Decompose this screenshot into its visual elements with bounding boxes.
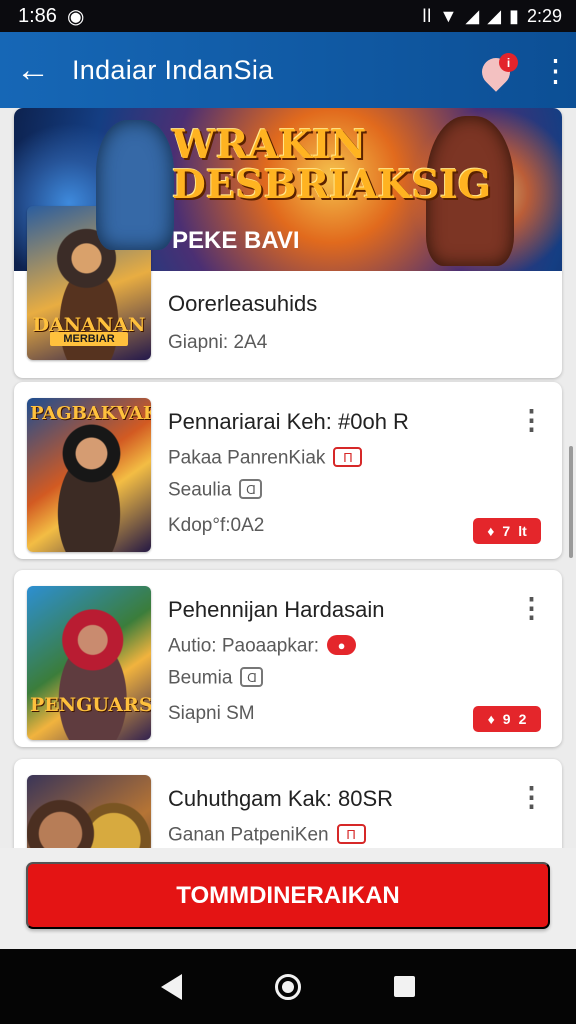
thumbnail-title: PAGBAKVAK: [30, 403, 151, 424]
featured-game-title: Oorerleasuhids: [168, 291, 318, 316]
author-badge: ●: [327, 635, 357, 655]
game-card[interactable]: Cuhuthgam Kak: 80SR Ganan PatpeniKen Π ⋮: [14, 759, 562, 848]
publisher-text: Ganan PatpeniKen: [168, 824, 329, 846]
status-right-text: 2:29: [526, 5, 562, 26]
publisher-badge: Π: [333, 447, 363, 467]
vibrate-icon: ǀǀ: [422, 5, 432, 26]
recent-apps-icon[interactable]: [393, 976, 415, 997]
more-options-icon[interactable]: ⋮: [518, 784, 545, 811]
banner-subtitle: PEKE BAVI: [172, 227, 300, 254]
game-card[interactable]: PENGUARS Pehennijan Hardasain Autio: Pao…: [14, 570, 562, 747]
category-text: Beumia: [168, 667, 233, 689]
more-options-icon[interactable]: ⋮: [518, 595, 545, 622]
publisher-text: Pakaa PanrenKiak: [168, 447, 326, 469]
more-options-icon[interactable]: ⋮: [518, 407, 545, 434]
status-left: 1:86 ◉: [18, 4, 84, 29]
status-time: 1:86: [18, 4, 57, 27]
category-text: Seaulia: [168, 479, 232, 501]
back-arrow-icon[interactable]: ←: [16, 53, 72, 87]
back-icon[interactable]: [161, 973, 183, 1000]
thumbnail-subtitle: MERBIAR: [50, 332, 128, 346]
hero-illustration-left: [96, 120, 174, 250]
status-bar: 1:86 ◉ ǀǀ ▼ ◢ ◢ ▮ 2:29: [0, 0, 576, 32]
game-detail-publisher: Ganan PatpeniKen Π: [168, 824, 366, 847]
game-thumbnail[interactable]: PENGUARS: [27, 586, 151, 740]
bottom-action-panel: TOMMDINERAIKAN: [0, 848, 576, 949]
notification-badge: i: [499, 53, 518, 72]
featured-game-meta: Giapni: 2A4: [168, 332, 268, 353]
signal-icon: ◢: [487, 5, 502, 26]
wifi-icon: ▼: [439, 5, 458, 26]
notification-icon: ◉: [66, 5, 85, 28]
game-detail-version: Kdop°f:0A2: [168, 515, 265, 536]
game-list[interactable]: WRAKIN DESBRIAKSIG PEKE BAVI DANANAN MER…: [0, 108, 576, 848]
game-detail-author: Autio: Paoaapkar: ●: [168, 635, 357, 658]
scrollbar-thumb[interactable]: [569, 446, 573, 558]
overflow-menu-icon[interactable]: ⋮: [540, 55, 571, 86]
game-thumbnail[interactable]: [27, 775, 151, 848]
featured-game-card[interactable]: WRAKIN DESBRIAKSIG PEKE BAVI DANANAN MER…: [14, 108, 562, 378]
banner-title: WRAKIN DESBRIAKSIG: [172, 122, 492, 208]
thumbnail-title: PENGUARS: [30, 694, 151, 716]
game-thumbnail[interactable]: PAGBAKVAK: [27, 398, 151, 552]
signal-icon: ◢: [465, 5, 480, 26]
battery-icon: ▮: [509, 5, 519, 26]
rating-badge: ♦ 7 lt: [473, 518, 541, 544]
character-art: [27, 586, 151, 740]
game-detail-category: Seaulia Ɑ: [168, 479, 263, 502]
category-badge: Ɑ: [240, 667, 264, 687]
game-title: Pennariarai Keh: #0oh R: [168, 409, 409, 434]
rating-badge: ♦ 9 2: [473, 706, 541, 732]
game-title: Cuhuthgam Kak: 80SR: [168, 786, 394, 811]
game-detail-publisher: Pakaa PanrenKiak Π: [168, 447, 363, 470]
notification-button[interactable]: i: [476, 50, 518, 92]
category-badge: Ɑ: [239, 479, 263, 499]
system-navigation-bar: [0, 949, 576, 1024]
app-bar: ← Indaiar IndanSia i ⋮: [0, 32, 576, 108]
author-text: Autio: Paoaapkar:: [168, 635, 320, 657]
game-detail-version: Siapni SM: [168, 703, 255, 724]
publisher-badge: Π: [336, 824, 366, 844]
app-title: Indaiar IndanSia: [72, 54, 274, 85]
primary-action-button[interactable]: TOMMDINERAIKAN: [26, 862, 550, 929]
game-title: Pehennijan Hardasain: [168, 597, 385, 622]
home-icon[interactable]: [274, 973, 301, 1000]
game-card[interactable]: PAGBAKVAK Pennariarai Keh: #0oh R Pakaa …: [14, 382, 562, 559]
status-right: ǀǀ ▼ ◢ ◢ ▮ 2:29: [422, 6, 562, 27]
game-detail-category: Beumia Ɑ: [168, 667, 264, 690]
character-art: [27, 775, 151, 848]
